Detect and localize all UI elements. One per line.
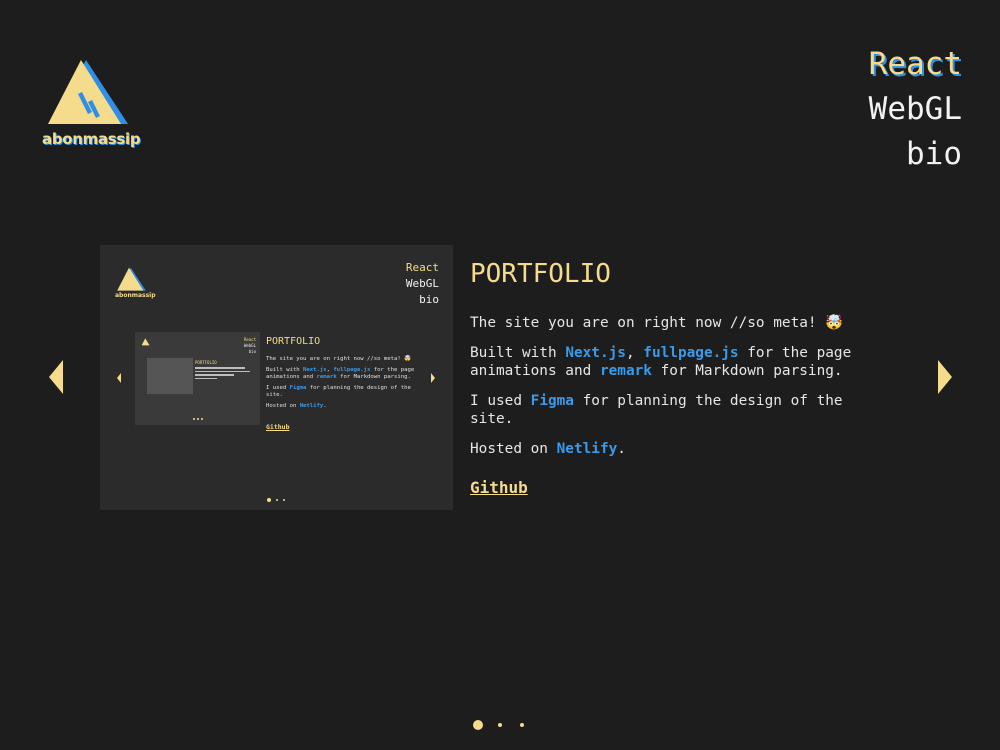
triangle-logo-icon (117, 267, 146, 291)
link-nextjs[interactable]: Next.js (565, 345, 626, 361)
para2-suffix: for Markdown parsing. (651, 363, 843, 379)
preview-logo: abonmassip (115, 267, 156, 299)
preview-nav: React WebGL bio (406, 260, 439, 308)
nested-inner-image (147, 358, 193, 394)
github-link[interactable]: Github (470, 478, 528, 497)
link-fullpagejs[interactable]: fullpage.js (643, 345, 738, 361)
nav-item-webgl[interactable]: WebGL (869, 87, 962, 132)
logo[interactable]: abonmassip (42, 58, 141, 148)
pagination-dot-1[interactable] (473, 720, 483, 730)
para2-prefix: Built with (470, 345, 566, 361)
pagination-dot-3[interactable] (520, 723, 524, 727)
nested-title: PORTFOLIO (195, 360, 217, 365)
preview-para-2: Built with Next.js, fullpage.js for the … (266, 367, 415, 380)
triangle-left-icon[interactable] (49, 360, 63, 394)
link-figma[interactable]: Figma (531, 393, 574, 409)
nested-text-lines (195, 367, 250, 381)
preview-para-3: I used Figma for planning the design of … (266, 385, 411, 398)
para2-sep: , (625, 345, 644, 361)
nav-item-react[interactable]: React (869, 42, 962, 87)
preview-content: PORTFOLIO The site you are on right now … (266, 336, 416, 433)
nested-nav-bio: bio (248, 349, 256, 354)
project-preview-image: abonmassip React WebGL bio React WebGL b… (100, 245, 453, 510)
link-remark[interactable]: remark (600, 363, 652, 379)
triangle-logo-icon (48, 60, 128, 124)
preview-logo-text: abonmassip (115, 292, 156, 299)
para4-prefix: Hosted on (470, 441, 557, 457)
preview-para-4: Hosted on Netlify. (266, 403, 327, 409)
main-nav: React WebGL bio (869, 42, 962, 177)
para3-prefix: I used (470, 393, 531, 409)
logo-text: abonmassip (42, 130, 141, 148)
para4-suffix: . (617, 441, 626, 457)
preview-para-1: The site you are on right now //so meta!… (266, 356, 412, 362)
pagination-dot-2[interactable] (498, 723, 502, 727)
nested-nav: React WebGL bio (244, 337, 256, 355)
slide-para-1: The site you are on right now //so meta!… (470, 315, 844, 331)
slide-pagination (468, 718, 538, 732)
slide-title: PORTFOLIO (470, 259, 611, 289)
slide-para-2: Built with Next.js, fullpage.js for the … (470, 344, 860, 380)
slide-para-3: I used Figma for planning the design of … (470, 392, 860, 428)
triangle-logo-icon (141, 338, 150, 346)
slide-para-4: Hosted on Netlify. (470, 440, 860, 458)
preview-title: PORTFOLIO (266, 336, 321, 347)
triangle-right-icon (431, 373, 435, 383)
slide-content: PORTFOLIO The site you are on right now … (470, 256, 860, 497)
triangle-left-icon (117, 373, 121, 383)
nested-dots (193, 418, 203, 421)
link-netlify[interactable]: Netlify (557, 441, 618, 457)
preview-dots (265, 498, 295, 503)
preview-nav-bio: bio (419, 293, 439, 306)
nav-item-bio[interactable]: bio (869, 132, 962, 177)
preview-nested-image: React WebGL bio PORTFOLIO (135, 332, 260, 425)
preview-nav-react: React (405, 261, 439, 274)
preview-nav-webgl: WebGL (405, 277, 439, 290)
triangle-right-icon[interactable] (938, 360, 952, 394)
preview-github-link: Github (266, 423, 290, 431)
